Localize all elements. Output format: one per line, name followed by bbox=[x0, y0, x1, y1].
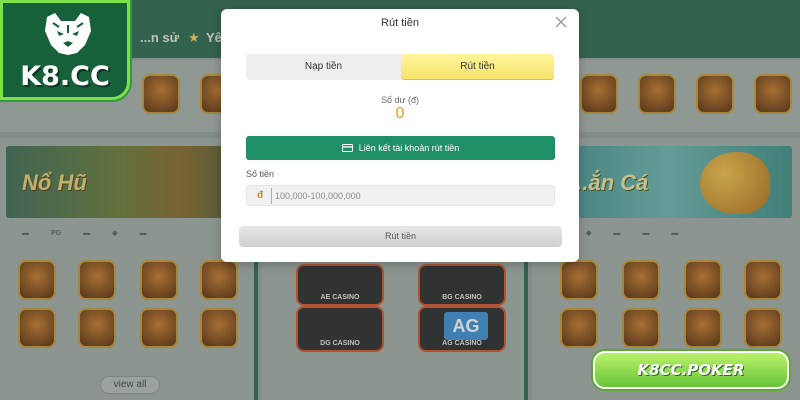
withdraw-submit-button[interactable]: Rút tiền bbox=[239, 226, 562, 247]
link-withdraw-account-label: Liên kết tài khoản rút tiền bbox=[358, 143, 460, 153]
tab-withdraw[interactable]: Rút tiền bbox=[401, 54, 554, 80]
close-icon[interactable] bbox=[554, 15, 568, 29]
modal-title: Rút tiền bbox=[381, 17, 419, 29]
balance-value: 0 bbox=[395, 105, 405, 122]
tiger-icon bbox=[45, 13, 91, 55]
amount-label: Số tiền bbox=[246, 169, 275, 179]
balance-label: Số dư (đ) bbox=[380, 95, 420, 105]
site-watermark-badge: K8CC.POKER bbox=[593, 351, 789, 389]
deposit-withdraw-tabs: Nạp tiền Rút tiền bbox=[246, 54, 554, 80]
link-withdraw-account-button[interactable]: Liên kết tài khoản rút tiền bbox=[246, 136, 555, 160]
brand-logo-text: K8.CC bbox=[20, 61, 110, 92]
dong-currency-icon: đ bbox=[257, 190, 264, 201]
amount-field[interactable]: đ bbox=[246, 185, 555, 206]
brand-logo[interactable]: K8.CC bbox=[0, 0, 130, 100]
amount-input[interactable] bbox=[271, 188, 547, 204]
tab-deposit[interactable]: Nạp tiền bbox=[246, 54, 401, 80]
credit-card-icon bbox=[341, 144, 353, 152]
withdraw-modal: Rút tiền Nạp tiền Rút tiền Số dư (đ) 0 L… bbox=[221, 9, 579, 262]
